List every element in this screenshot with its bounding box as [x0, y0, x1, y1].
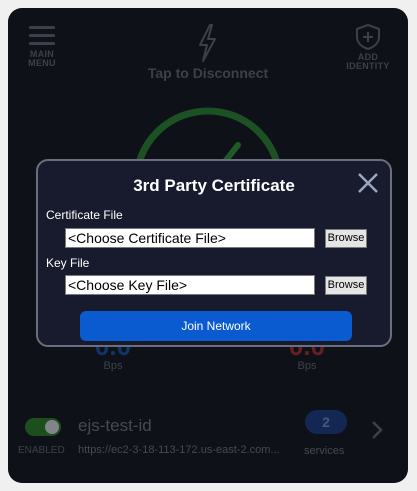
key-file-label: Key File	[46, 256, 90, 270]
key-browse-button[interactable]: Browse	[325, 276, 367, 295]
join-network-button[interactable]: Join Network	[80, 311, 352, 341]
dialog-title: 3rd Party Certificate	[133, 176, 295, 195]
app-window: MAIN MENU Tap to Disconnect ADD IDENTITY…	[8, 8, 408, 483]
certificate-file-field[interactable]: <Choose Certificate File>	[65, 228, 315, 248]
certificate-file-label: Certificate File	[46, 208, 123, 222]
key-file-field[interactable]: <Choose Key File>	[65, 275, 315, 295]
close-icon[interactable]	[356, 171, 380, 195]
certificate-dialog: 3rd Party Certificate Certificate File <…	[36, 159, 392, 347]
certificate-browse-button[interactable]: Browse	[325, 229, 367, 248]
